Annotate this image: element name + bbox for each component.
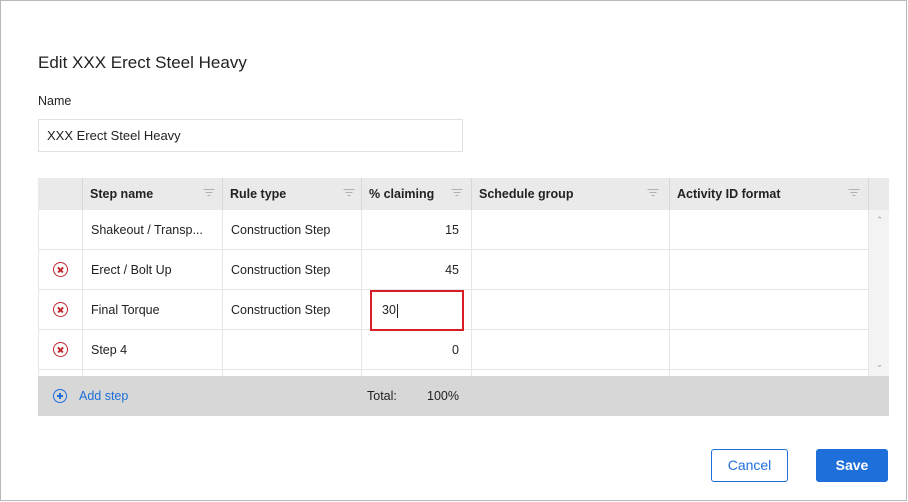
rule-type-cell[interactable] [223,330,361,370]
activity-id-format-cell[interactable] [670,290,869,330]
steps-grid: Step name Rule type % claiming Schedule … [38,178,889,416]
cancel-button[interactable]: Cancel [711,449,788,482]
filter-icon[interactable] [451,189,462,198]
rule-type-cell[interactable]: Construction Step [223,210,361,250]
schedule-group-cell[interactable] [472,290,669,330]
name-input[interactable]: XXX Erect Steel Heavy [38,119,463,152]
step-name-cell[interactable]: Final Torque [83,290,222,330]
table-row[interactable]: Step 4 0 [39,330,869,370]
table-row[interactable]: Shakeout / Transp... Construction Step 1… [39,210,869,250]
filter-icon[interactable] [203,189,214,198]
claiming-edit-input[interactable]: 30 [370,290,464,331]
grid-scrollbar[interactable]: ⌃ ⌄ [868,210,889,376]
table-row[interactable]: Erect / Bolt Up Construction Step 45 [39,250,869,290]
step-name-cell[interactable]: Shakeout / Transp... [83,210,222,250]
scroll-down-icon[interactable]: ⌄ [875,360,884,369]
column-header-rule-type[interactable]: Rule type [222,178,361,210]
name-label: Name [38,94,72,108]
remove-circle-icon[interactable] [53,302,68,317]
schedule-group-cell[interactable] [472,210,669,250]
add-step-button[interactable]: Add step [79,376,128,416]
claiming-edit-value: 30 [382,303,396,317]
add-circle-icon[interactable] [53,389,67,403]
column-header-step-name[interactable]: Step name [82,178,222,210]
scroll-up-icon[interactable]: ⌃ [875,216,884,225]
column-header-label: Step name [90,187,154,201]
column-header-label: Activity ID format [677,187,781,201]
column-divider [868,178,869,210]
filter-icon[interactable] [343,189,354,198]
activity-id-format-cell[interactable] [670,250,869,290]
claiming-cell[interactable]: 45 [362,250,471,290]
rule-type-cell[interactable]: Construction Step [223,250,361,290]
step-name-cell[interactable]: Step 4 [83,330,222,370]
edit-step-rule-dialog: Edit XXX Erect Steel Heavy Name XXX Erec… [0,0,907,501]
column-header-label: Schedule group [479,187,574,201]
grid-footer: Add step Total: 100% [38,376,889,416]
total-value: 100% [427,389,459,403]
filter-icon[interactable] [647,189,658,198]
save-button[interactable]: Save [816,449,888,482]
column-header-activity-id-format[interactable]: Activity ID format [669,178,868,210]
schedule-group-cell[interactable] [472,250,669,290]
column-header-label: Rule type [230,187,287,201]
activity-id-format-cell[interactable] [670,210,869,250]
claiming-cell[interactable]: 15 [362,210,471,250]
step-name-cell[interactable]: Erect / Bolt Up [83,250,222,290]
text-caret [396,303,398,318]
rule-type-cell[interactable]: Construction Step [223,290,361,330]
claiming-cell[interactable]: 0 [362,330,471,370]
column-header-label: % claiming [369,187,435,201]
total-label: Total: [367,389,397,403]
remove-circle-icon[interactable] [53,262,68,277]
activity-id-format-cell[interactable] [670,330,869,370]
column-header-schedule-group[interactable]: Schedule group [471,178,669,210]
filter-icon[interactable] [848,189,859,198]
grid-header: Step name Rule type % claiming Schedule … [38,178,889,210]
dialog-title: Edit XXX Erect Steel Heavy [38,53,247,72]
remove-circle-icon[interactable] [53,342,68,357]
schedule-group-cell[interactable] [472,330,669,370]
